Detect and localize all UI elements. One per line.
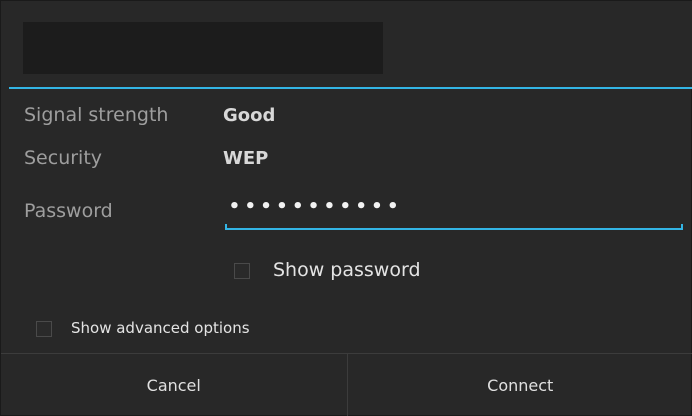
signal-strength-value: Good [223,105,276,126]
wifi-connect-dialog: Signal strength Good Security WEP Passwo… [0,0,692,416]
cancel-button[interactable]: Cancel [1,354,347,416]
password-input[interactable]: ••••••••••• [225,194,683,230]
password-label: Password [24,200,113,222]
show-password-checkbox[interactable] [234,263,250,279]
password-underline [225,228,683,230]
dialog-title-area [1,1,692,87]
title-divider [9,87,692,89]
security-label: Security [24,147,103,169]
password-tick-left [225,224,227,230]
button-bar: Cancel Connect [1,353,692,416]
dialog-title-placeholder [23,22,383,74]
show-password-label[interactable]: Show password [273,259,421,281]
signal-strength-label: Signal strength [24,104,169,126]
show-advanced-checkbox[interactable] [36,321,52,337]
security-value: WEP [223,148,269,169]
password-masked-value: ••••••••••• [229,196,404,217]
password-tick-right [681,224,683,230]
connect-button[interactable]: Connect [348,354,692,416]
show-advanced-label[interactable]: Show advanced options [71,319,250,337]
